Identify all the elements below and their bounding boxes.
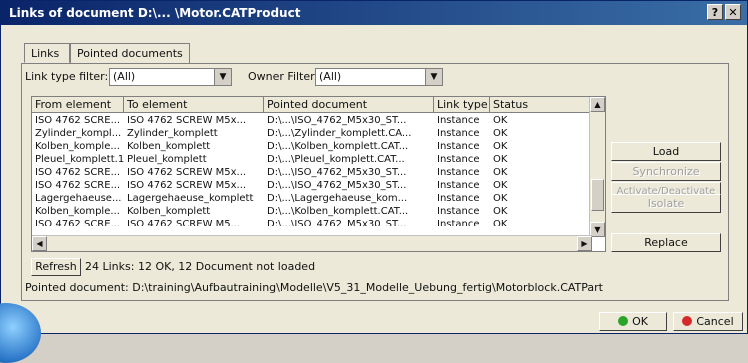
cell-to-element: ISO 4762 SCREW M5x... <box>127 167 247 178</box>
cell-to-element: ISO 4762 SCREW M5x... <box>127 180 247 191</box>
scrollbar-thumb[interactable] <box>591 179 604 211</box>
cell-pointed-document: D:\...\ISO_4762_M5x30_ST... <box>267 219 407 226</box>
scroll-down-icon[interactable]: ▼ <box>590 222 605 237</box>
ok-label: OK <box>632 315 648 328</box>
column-header-pointed-document[interactable]: Pointed document <box>264 97 434 113</box>
cell-link-type: Instance <box>437 180 480 191</box>
cancel-button[interactable]: Cancel <box>673 312 743 331</box>
tab-pointed-documents-label: Pointed documents <box>77 47 183 60</box>
cell-from-element: Pleuel_komplett.1 <box>35 154 124 165</box>
cell-from-element: ISO 4762 SCRE... <box>35 115 121 126</box>
column-header-to-element[interactable]: To element <box>124 97 264 113</box>
table-row[interactable]: Kolben_komple... Kolben_komplett D:\...\… <box>32 205 592 218</box>
cell-link-type: Instance <box>437 206 480 217</box>
cell-from-element: Kolben_komple... <box>35 206 120 217</box>
cell-pointed-document: D:\...\Lagergehaeuse_kom... <box>267 193 408 204</box>
link-summary: 24 Links: 12 OK, 12 Document not loaded <box>85 260 316 273</box>
cell-status: OK <box>493 167 508 178</box>
cell-from-element: ISO 4762 SCRE... <box>35 219 121 226</box>
catia-logo <box>0 303 41 363</box>
cell-link-type: Instance <box>437 115 480 126</box>
synchronize-button[interactable]: Synchronize <box>611 162 721 181</box>
cancel-icon <box>682 316 693 326</box>
cell-status: OK <box>493 193 508 204</box>
window-title: Links of document D:\... \Motor.CATProdu… <box>9 6 301 20</box>
table-row[interactable]: Zylinder_kompl... Zylinder_komplett D:\.… <box>32 127 592 140</box>
cell-pointed-document: D:\...\Zylinder_komplett.CA... <box>267 128 412 139</box>
cell-to-element: Pleuel_komplett <box>127 154 207 165</box>
help-button[interactable]: ? <box>707 4 723 20</box>
cell-status: OK <box>493 206 508 217</box>
cell-from-element: Zylinder_kompl... <box>35 128 122 139</box>
refresh-button[interactable]: Refresh <box>31 258 81 276</box>
cell-pointed-document: D:\...\ISO_4762_M5x30_ST... <box>267 115 407 126</box>
cell-to-element: Kolben_komplett <box>127 141 211 152</box>
cell-status: OK <box>493 115 508 126</box>
ok-icon <box>618 316 629 326</box>
ok-button[interactable]: OK <box>599 312 667 331</box>
cell-to-element: ISO 4762 SCREW M5... <box>127 219 241 226</box>
cell-link-type: Instance <box>437 128 480 139</box>
link-type-filter-label: Link type filter: <box>25 70 109 83</box>
vertical-scrollbar[interactable]: ▲ ▼ <box>589 97 605 237</box>
column-header-from-element[interactable]: From element <box>32 97 124 113</box>
cell-to-element: Zylinder_komplett <box>127 128 218 139</box>
cell-pointed-document: D:\...\Kolben_komplett.CAT... <box>267 141 409 152</box>
cell-pointed-document: D:\...\Kolben_komplett.CAT... <box>267 206 409 217</box>
table-row[interactable]: Pleuel_komplett.1 Pleuel_komplett D:\...… <box>32 153 592 166</box>
replace-button[interactable]: Replace <box>611 233 721 252</box>
title-bar[interactable]: Links of document D:\... \Motor.CATProdu… <box>1 1 747 25</box>
links-dialog: Links of document D:\... \Motor.CATProdu… <box>0 0 748 363</box>
scroll-left-icon[interactable]: ◀ <box>32 236 47 251</box>
scroll-right-icon[interactable]: ▶ <box>577 236 592 251</box>
horizontal-scrollbar[interactable]: ◀ ▶ <box>32 235 592 251</box>
cell-to-element: Lagergehaeuse_komplett <box>127 193 254 204</box>
close-button[interactable]: ✕ <box>725 4 741 20</box>
cell-link-type: Instance <box>437 154 480 165</box>
cell-link-type: Instance <box>437 141 480 152</box>
cell-pointed-document: D:\...\Pleuel_komplett.CAT... <box>267 154 405 165</box>
scroll-up-icon[interactable]: ▲ <box>590 97 605 112</box>
links-table[interactable]: From element To element Pointed document… <box>31 96 606 252</box>
cell-status: OK <box>493 219 508 226</box>
cancel-label: Cancel <box>696 315 734 328</box>
cell-status: OK <box>493 128 508 139</box>
table-row[interactable]: Lagergehaeuse... Lagergehaeuse_komplett … <box>32 192 592 205</box>
pointed-document-path: Pointed document: D:\training\Aufbautrai… <box>25 281 603 294</box>
tab-links[interactable]: Links <box>24 43 70 63</box>
owner-filter-value: (All) <box>319 70 342 83</box>
cell-status: OK <box>493 154 508 165</box>
cell-from-element: ISO 4762 SCRE... <box>35 167 121 178</box>
table-row[interactable]: ISO 4762 SCRE... ISO 4762 SCREW M5x... D… <box>32 179 592 192</box>
link-type-filter-value: (All) <box>113 70 136 83</box>
column-header-link-type[interactable]: Link type <box>434 97 490 113</box>
cell-from-element: Kolben_komple... <box>35 141 120 152</box>
chevron-down-icon[interactable]: ▼ <box>425 69 442 85</box>
chevron-down-icon[interactable]: ▼ <box>214 69 231 85</box>
cell-status: OK <box>493 141 508 152</box>
owner-filter-select[interactable]: (All) ▼ <box>315 68 443 86</box>
table-header: From element To element Pointed document… <box>32 97 592 113</box>
isolate-button[interactable]: Isolate <box>611 194 721 213</box>
load-button[interactable]: Load <box>611 142 721 161</box>
cell-link-type: Instance <box>437 219 480 226</box>
link-type-filter-select[interactable]: (All) ▼ <box>109 68 232 86</box>
cell-link-type: Instance <box>437 167 480 178</box>
tab-links-label: Links <box>31 47 60 60</box>
cell-to-element: Kolben_komplett <box>127 206 211 217</box>
cell-link-type: Instance <box>437 193 480 204</box>
cell-pointed-document: D:\...\ISO_4762_M5x30_ST... <box>267 167 407 178</box>
owner-filter-label: Owner Filter: <box>248 70 319 83</box>
cell-to-element: ISO 4762 SCREW M5x... <box>127 115 247 126</box>
table-row[interactable]: ISO 4762 SCRE... ISO 4762 SCREW M5... D:… <box>32 218 592 226</box>
cell-from-element: ISO 4762 SCRE... <box>35 180 121 191</box>
cell-pointed-document: D:\...\ISO_4762_M5x30_ST... <box>267 180 407 191</box>
tab-pointed-documents[interactable]: Pointed documents <box>70 43 190 63</box>
column-header-status[interactable]: Status <box>490 97 592 113</box>
table-row[interactable]: ISO 4762 SCRE... ISO 4762 SCREW M5x... D… <box>32 166 592 179</box>
table-row[interactable]: Kolben_komple... Kolben_komplett D:\...\… <box>32 140 592 153</box>
cell-status: OK <box>493 180 508 191</box>
table-row[interactable]: ISO 4762 SCRE... ISO 4762 SCREW M5x... D… <box>32 114 592 127</box>
cell-from-element: Lagergehaeuse... <box>35 193 122 204</box>
